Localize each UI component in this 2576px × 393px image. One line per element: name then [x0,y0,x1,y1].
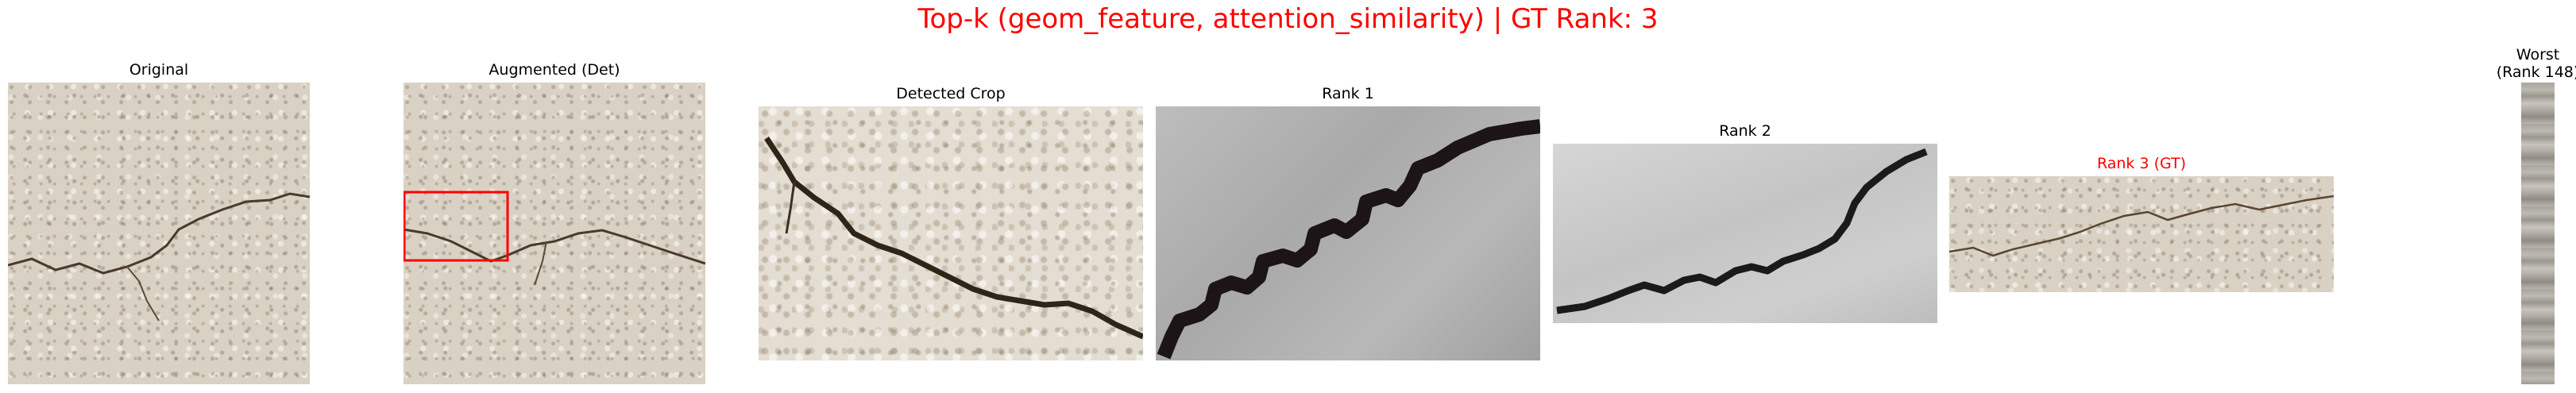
augmented-image [404,83,705,384]
panel-title-augmented: Augmented (Det) [489,61,620,79]
crack-line [1157,119,1540,360]
worst-image [2521,83,2555,384]
crack-line [8,192,310,322]
rank-1-image [1156,106,1540,360]
original-image [8,83,310,384]
crack-line [1949,195,2334,257]
figure-title: Top-k (geom_feature, attention_similarit… [917,3,1659,35]
rank-3-gt-image [1949,176,2334,292]
panel-title-rank-1: Rank 1 [1322,85,1374,102]
panel-title-rank-2: Rank 2 [1719,122,1771,140]
detected-crop-image [759,106,1143,360]
panel-title-original: Original [129,61,189,79]
panel-title-worst: Worst (Rank 148) [2496,46,2576,81]
crack-line [764,137,1143,340]
panel-title-rank-3-gt: Rank 3 (GT) [2096,155,2187,172]
crack-line [404,191,705,286]
panel-title-detected-crop: Detected Crop [896,85,1006,102]
rank-2-image [1553,144,1937,323]
detection-box [404,191,509,262]
crack-line [1556,148,1928,314]
